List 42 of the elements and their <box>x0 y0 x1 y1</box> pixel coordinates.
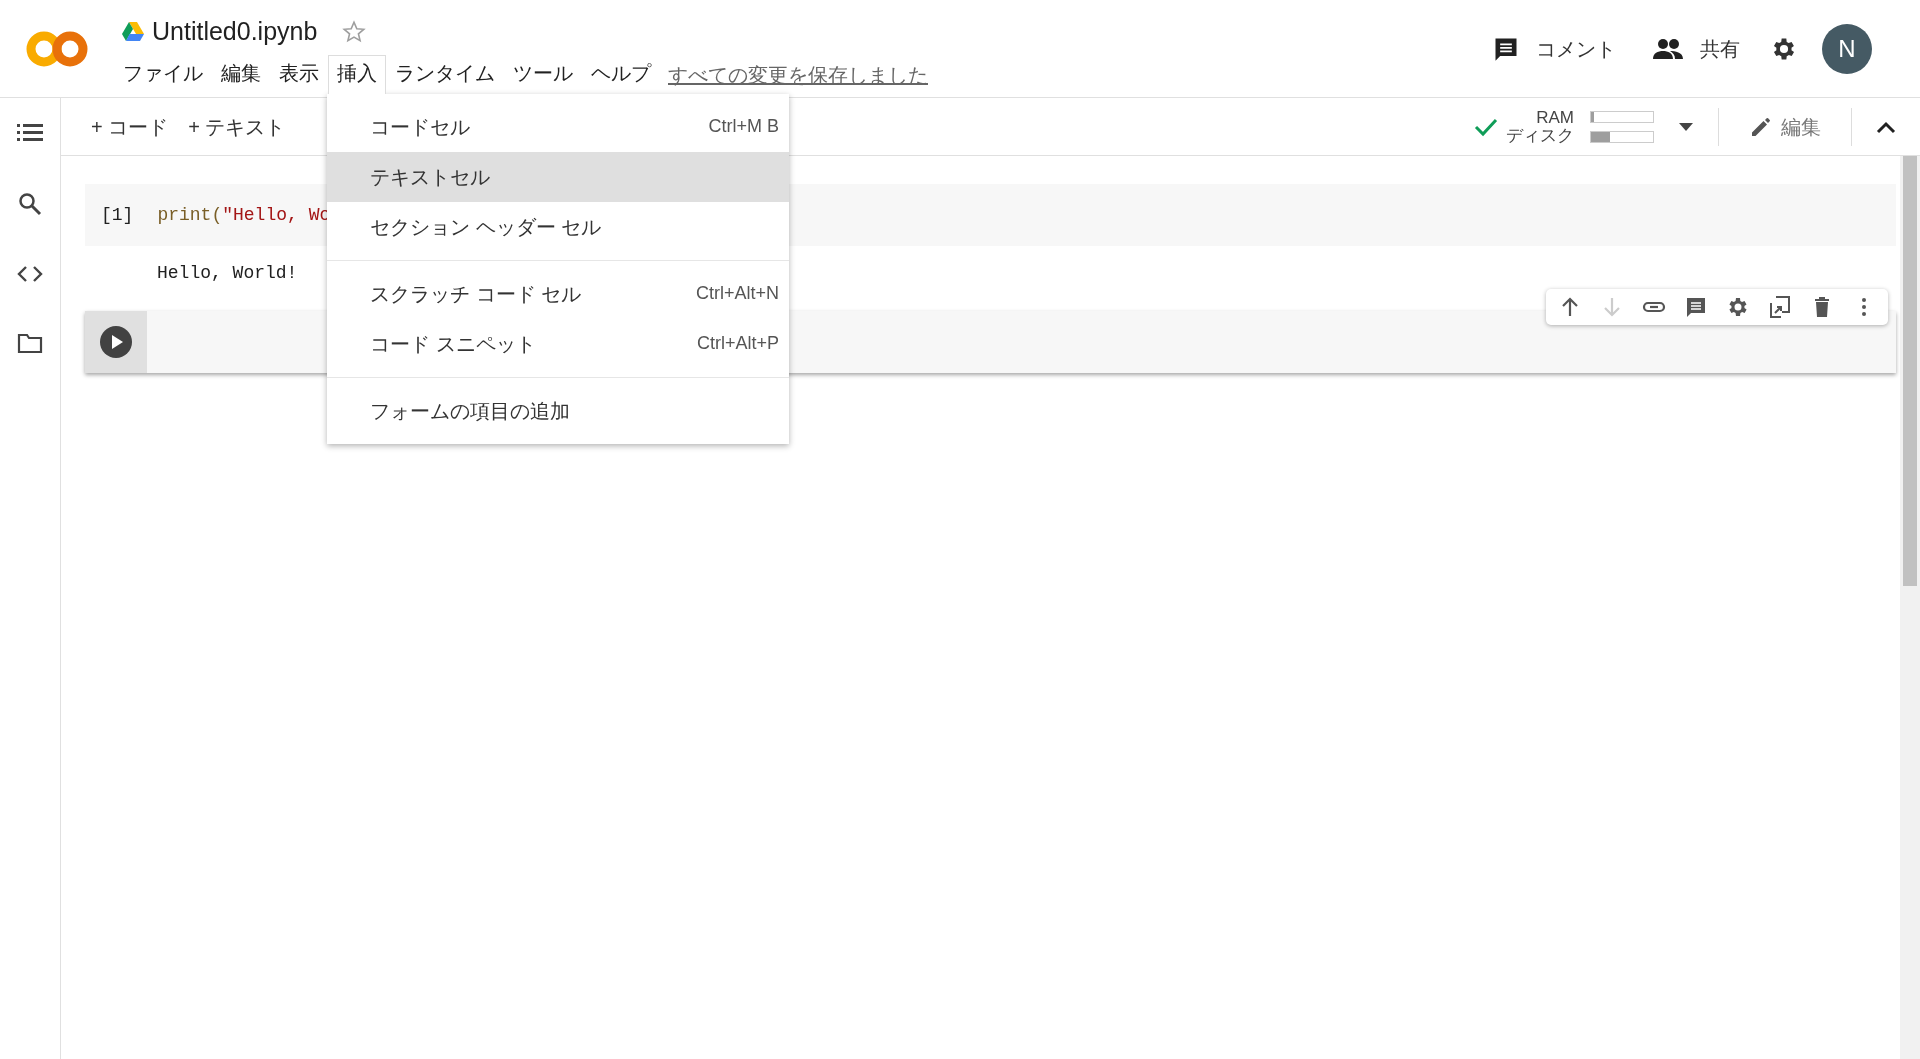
cell-output: Hello, World! <box>156 262 299 285</box>
share-button[interactable]: 共有 <box>1646 32 1746 65</box>
add-text-button[interactable]: + テキスト <box>182 110 292 143</box>
menu-item[interactable]: ランタイム <box>386 54 504 94</box>
notebook-title[interactable]: Untitled0.ipynb <box>152 13 318 51</box>
menu-option[interactable]: スクラッチ コード セル Ctrl+Alt+N <box>327 268 789 319</box>
menu-item[interactable]: ファイル <box>114 54 212 94</box>
menu-item[interactable]: ツール <box>504 54 582 94</box>
menu-option[interactable]: コードセル Ctrl+M B <box>327 101 789 152</box>
search-icon[interactable] <box>18 192 42 216</box>
save-status-link[interactable]: すべての変更を保存しました <box>668 59 928 90</box>
disk-label: ディスク <box>1506 126 1574 145</box>
menu-item[interactable]: 編集 <box>212 54 270 94</box>
ram-label: RAM <box>1535 108 1574 127</box>
menu-option[interactable]: コード スニペット Ctrl+Alt+P <box>327 318 789 369</box>
people-icon <box>1652 36 1684 61</box>
add-code-button[interactable]: + コード <box>85 110 175 143</box>
shortcut-label: Ctrl+Alt+N <box>695 282 779 306</box>
menu-option[interactable]: テキストセル <box>327 151 789 202</box>
edit-button[interactable]: 編集 <box>1743 110 1827 143</box>
table-of-contents-icon[interactable] <box>17 122 43 144</box>
folder-icon[interactable] <box>17 332 43 354</box>
code-icon[interactable] <box>17 264 43 284</box>
comment-icon[interactable] <box>1684 295 1708 319</box>
caret-icon[interactable] <box>1678 121 1694 132</box>
execution-count: [1] <box>101 203 134 227</box>
mirror-cell-icon[interactable] <box>1768 295 1792 319</box>
menu-item[interactable]: 挿入 <box>328 54 386 94</box>
run-icon[interactable] <box>99 325 133 359</box>
resources-indicator[interactable]: RAM ディスク <box>1474 108 1654 145</box>
avatar[interactable]: N <box>1822 23 1872 74</box>
drive-icon[interactable] <box>122 22 144 42</box>
menu-item[interactable]: ヘルプ <box>582 54 660 94</box>
check-icon <box>1474 116 1498 137</box>
scrollbar-thumb[interactable] <box>1903 156 1917 586</box>
collapse-icon[interactable] <box>1876 119 1896 134</box>
star-icon[interactable] <box>341 19 368 45</box>
menu-item[interactable]: 表示 <box>270 54 328 94</box>
comment-button[interactable]: コメント <box>1486 32 1622 65</box>
shortcut-label: Ctrl+Alt+P <box>696 332 779 356</box>
menu-option[interactable]: フォームの項目の追加 <box>327 385 789 436</box>
shortcut-label: Ctrl+M B <box>708 115 779 139</box>
